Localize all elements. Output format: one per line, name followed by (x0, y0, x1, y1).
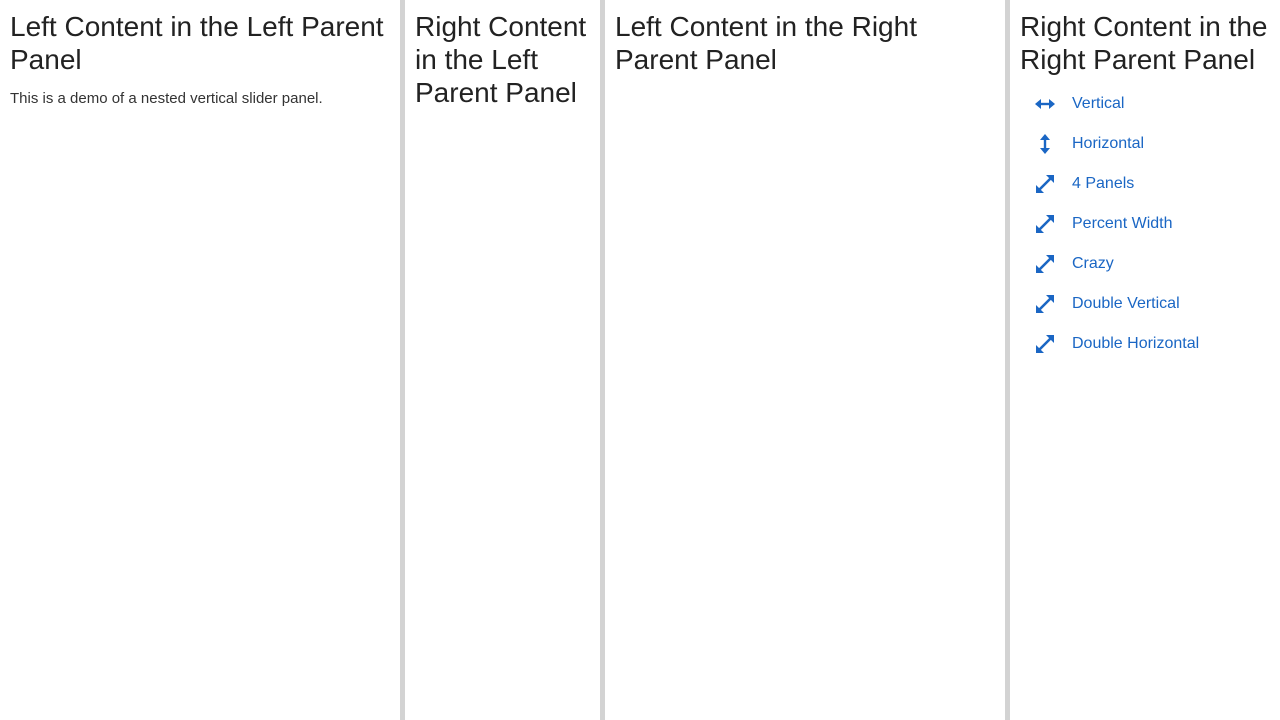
demo-link-crazy[interactable]: Crazy (1072, 255, 1114, 273)
diagonal-arrows-icon (1035, 294, 1055, 314)
diagonal-arrows-icon (1035, 214, 1055, 234)
list-item: Double Horizontal (1020, 324, 1270, 364)
diagonal-arrows-icon (1035, 254, 1055, 274)
right-parent-left-panel: Left Content in the Right Parent Panel (605, 0, 1005, 720)
panel-title: Left Content in the Left Parent Panel (10, 11, 384, 75)
demo-link-double-horizontal[interactable]: Double Horizontal (1072, 335, 1199, 353)
demo-link-4-panels[interactable]: 4 Panels (1072, 175, 1134, 193)
horizontal-arrows-icon (1035, 94, 1055, 114)
panel-title: Right Content in the Left Parent Panel (415, 11, 587, 108)
list-item: Percent Width (1020, 204, 1270, 244)
panel-title: Right Content in the Right Parent Panel (1020, 11, 1268, 75)
left-parent-left-panel: Left Content in the Left Parent Panel Th… (0, 0, 400, 720)
panel-title: Left Content in the Right Parent Panel (615, 11, 917, 75)
demo-link-double-vertical[interactable]: Double Vertical (1072, 295, 1180, 313)
demo-link-percent-width[interactable]: Percent Width (1072, 215, 1172, 233)
list-item: Vertical (1020, 84, 1270, 124)
diagonal-arrows-icon (1035, 174, 1055, 194)
list-item: 4 Panels (1020, 164, 1270, 204)
left-parent-right-panel: Right Content in the Left Parent Panel (405, 0, 600, 720)
diagonal-arrows-icon (1035, 334, 1055, 354)
list-item: Crazy (1020, 244, 1270, 284)
vertical-arrows-icon (1035, 134, 1055, 154)
panel-description: This is a demo of a nested vertical slid… (10, 90, 323, 107)
demo-link-vertical[interactable]: Vertical (1072, 95, 1124, 113)
demo-link-horizontal[interactable]: Horizontal (1072, 135, 1144, 153)
right-parent-right-panel: Right Content in the Right Parent Panel … (1010, 0, 1280, 720)
nested-slider-demo: Left Content in the Left Parent Panel Th… (0, 0, 1280, 720)
list-item: Double Vertical (1020, 284, 1270, 324)
demo-link-list: Vertical Horizontal 4 Panels Percent Wid… (1020, 84, 1270, 364)
list-item: Horizontal (1020, 124, 1270, 164)
